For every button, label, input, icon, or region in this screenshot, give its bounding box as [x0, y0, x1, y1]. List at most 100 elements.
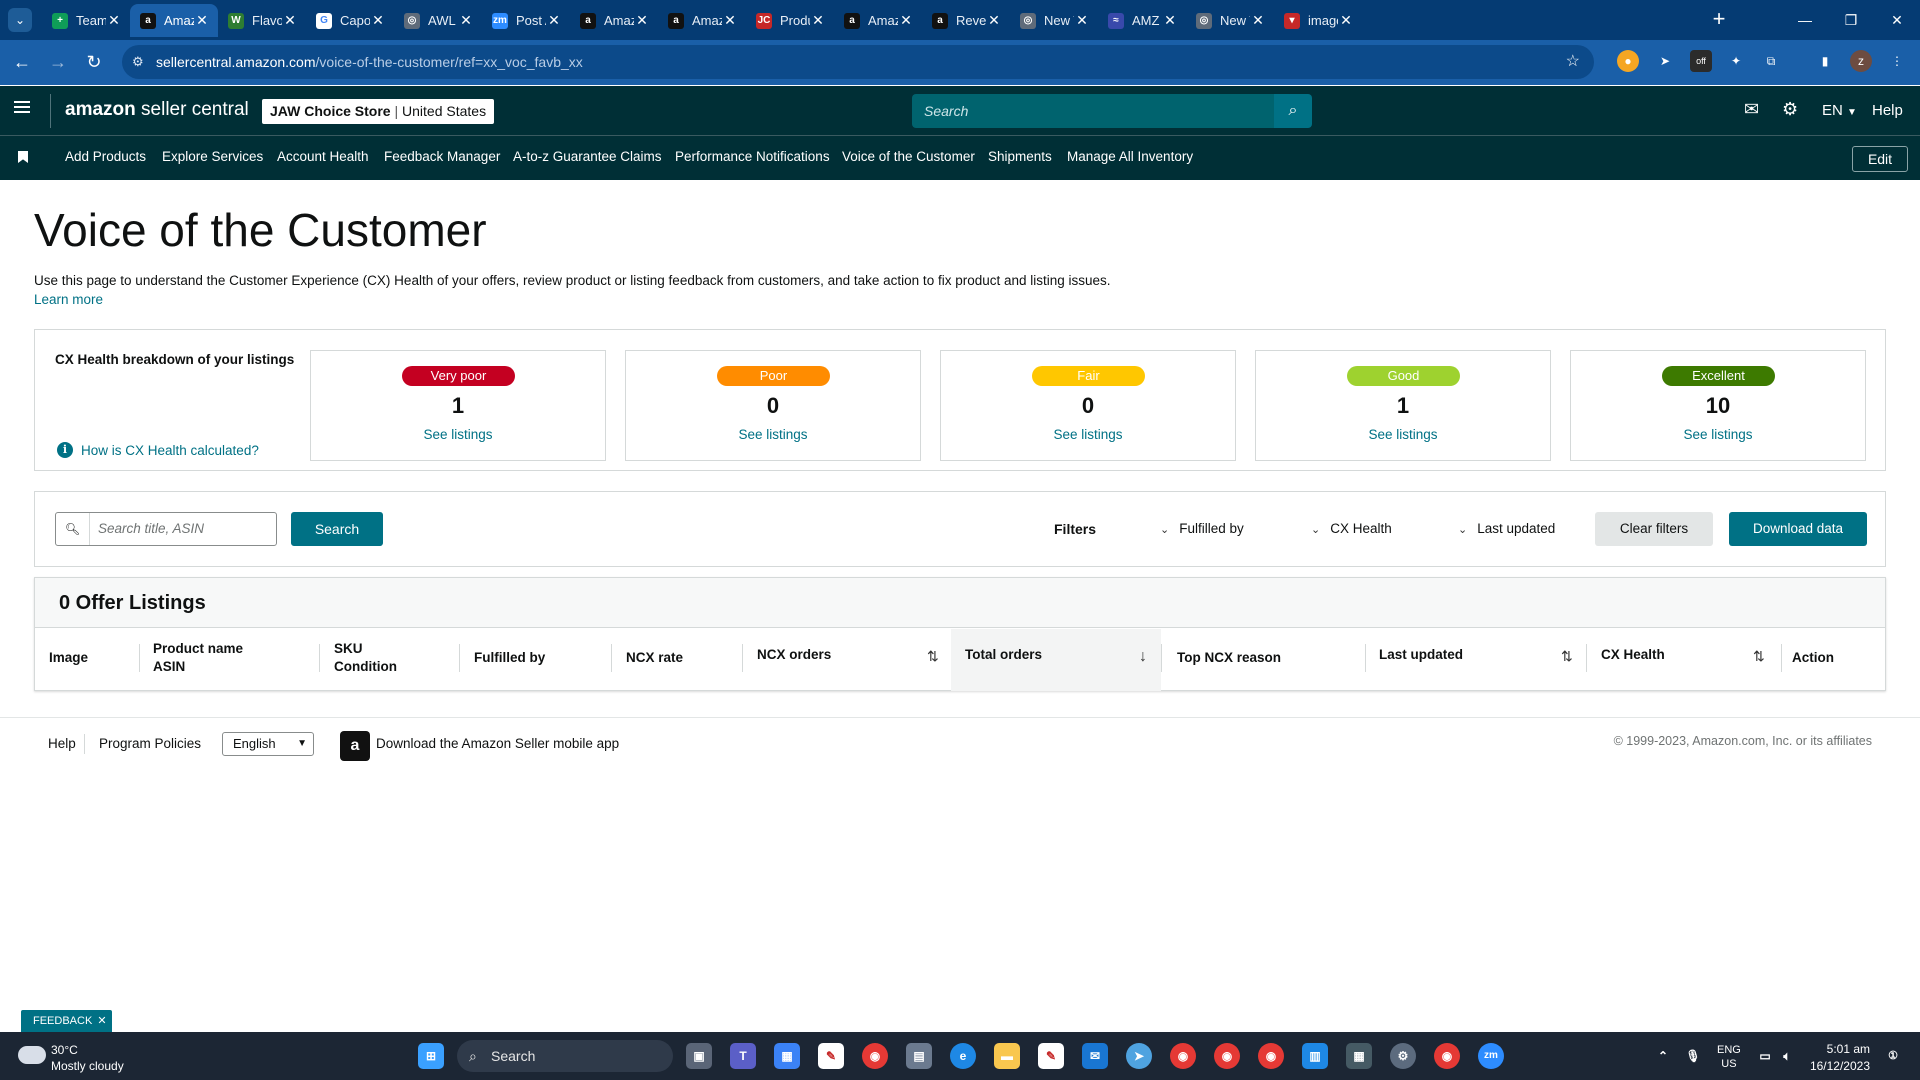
reload-icon[interactable]: ↻	[80, 48, 108, 76]
extensions-puzzle-icon[interactable]: ⧉	[1760, 50, 1782, 72]
address-bar[interactable]: ⚙ sellercentral.amazon.com/voice-of-the-…	[122, 45, 1594, 79]
clear-filters-button[interactable]: Clear filters	[1595, 512, 1713, 546]
chrome-icon[interactable]: ◉	[1434, 1043, 1460, 1069]
see-listings-excellent[interactable]: See listings	[1571, 427, 1865, 442]
side-panel-icon[interactable]: ▮	[1814, 50, 1836, 72]
col-cx-health[interactable]: CX Health	[1601, 646, 1665, 664]
app-icon[interactable]: ✎	[1038, 1043, 1064, 1069]
close-tab-icon[interactable]: ✕	[282, 12, 298, 29]
language-selector[interactable]: EN ▼	[1822, 102, 1857, 119]
see-listings-poor[interactable]: See listings	[626, 427, 920, 442]
edge-icon[interactable]: e	[950, 1043, 976, 1069]
nav-account-health[interactable]: Account Health	[277, 149, 369, 164]
col-last-updated[interactable]: Last updated	[1379, 646, 1463, 664]
app-icon[interactable]: ▤	[906, 1043, 932, 1069]
seller-central-logo[interactable]: amazon seller central	[65, 99, 249, 121]
file-explorer-icon[interactable]: ▬	[994, 1043, 1020, 1069]
close-tab-icon[interactable]: ✕	[370, 12, 386, 29]
footer-program-policies-link[interactable]: Program Policies	[99, 736, 201, 751]
mail-icon[interactable]: ✉	[1744, 99, 1759, 120]
close-tab-icon[interactable]: ✕	[1338, 12, 1354, 29]
edit-nav-button[interactable]: Edit	[1852, 146, 1908, 172]
back-icon[interactable]: ←	[8, 48, 36, 76]
restore-button[interactable]: ❐	[1828, 0, 1874, 40]
telegram-icon[interactable]: ➤	[1126, 1043, 1152, 1069]
settings-gear-icon[interactable]: ⚙	[1390, 1043, 1416, 1069]
browser-tab[interactable]: zm Post At✕	[482, 4, 570, 37]
notification-icon[interactable]: ①	[1880, 1043, 1906, 1069]
header-search-input[interactable]: Search	[912, 94, 1274, 128]
nav-voice-of-the-customer[interactable]: Voice of the Customer	[842, 149, 975, 164]
close-tab-icon[interactable]: ✕	[810, 12, 826, 29]
extension-off-icon[interactable]: off	[1690, 50, 1712, 72]
minimize-button[interactable]: —	[1782, 0, 1828, 40]
help-link[interactable]: Help	[1872, 102, 1903, 119]
profile-avatar[interactable]: z	[1850, 50, 1872, 72]
clock-date[interactable]: 16/12/2023	[1810, 1059, 1870, 1073]
nav-manage-all-inventory[interactable]: Manage All Inventory	[1067, 149, 1193, 164]
download-app-link[interactable]: Download the Amazon Seller mobile app	[376, 736, 619, 751]
browser-tab[interactable]: ≈ AMZ E✕	[1098, 4, 1186, 37]
nav-performance-notifications[interactable]: Performance Notifications	[675, 149, 830, 164]
close-tab-icon[interactable]: ✕	[898, 12, 914, 29]
sort-toggle-icon[interactable]: ⇅	[1753, 648, 1765, 665]
bookmark-icon[interactable]	[18, 151, 28, 163]
calculator-icon[interactable]: ▦	[1346, 1043, 1372, 1069]
sort-toggle-icon[interactable]: ⇅	[927, 648, 939, 665]
browser-tab[interactable]: a Amazon✕	[130, 4, 218, 37]
browser-tab[interactable]: JC Product✕	[746, 4, 834, 37]
store-icon[interactable]: ▦	[774, 1043, 800, 1069]
tab-search-button[interactable]: ⌄	[8, 8, 32, 32]
amazon-app-icon[interactable]: a	[340, 731, 370, 761]
bookmark-star-icon[interactable]: ☆	[1566, 45, 1580, 79]
hamburger-menu-icon[interactable]	[14, 101, 30, 113]
learn-more-link[interactable]: Learn more	[34, 292, 103, 307]
mail-icon[interactable]: ✉	[1082, 1043, 1108, 1069]
taskbar-search[interactable]: ⌕ Search	[457, 1040, 673, 1072]
chrome-icon[interactable]: ◉	[862, 1043, 888, 1069]
browser-tab[interactable]: a Amazon✕	[658, 4, 746, 37]
browser-tab[interactable]: a Amazon✕	[570, 4, 658, 37]
app-icon[interactable]: ✎	[818, 1043, 844, 1069]
sort-toggle-icon[interactable]: ⇅	[1561, 648, 1573, 665]
close-tab-icon[interactable]: ✕	[1162, 12, 1178, 29]
extension-sparkle-icon[interactable]: ✦	[1725, 50, 1747, 72]
browser-tab[interactable]: + Team E✕	[42, 4, 130, 37]
close-tab-icon[interactable]: ✕	[458, 12, 474, 29]
site-info-icon[interactable]: ⚙	[132, 45, 144, 79]
sort-descending-icon[interactable]: ↓	[1139, 648, 1147, 666]
close-tab-icon[interactable]: ✕	[986, 12, 1002, 29]
close-icon[interactable]: ✕	[97, 1015, 106, 1027]
see-listings-very-poor[interactable]: See listings	[311, 427, 605, 442]
new-tab-button[interactable]: +	[1705, 6, 1733, 34]
input-language-indicator[interactable]: ENG US	[1717, 1043, 1741, 1071]
volume-icon[interactable]: 🔈︎	[1774, 1043, 1800, 1069]
close-tab-icon[interactable]: ✕	[546, 12, 562, 29]
chevron-up-icon[interactable]: ⌃	[1650, 1043, 1676, 1069]
extension-arrow-icon[interactable]: ➤	[1654, 50, 1676, 72]
close-tab-icon[interactable]: ✕	[722, 12, 738, 29]
feedback-button[interactable]: FEEDBACK ✕	[21, 1010, 112, 1032]
teams-icon[interactable]: T	[730, 1043, 756, 1069]
browser-tab[interactable]: G Capora✕	[306, 4, 394, 37]
cx-health-how-link[interactable]: i How is CX Health calculated?	[57, 442, 259, 458]
nav-add-products[interactable]: Add Products	[65, 149, 146, 164]
footer-help-link[interactable]: Help	[48, 736, 76, 751]
chrome-icon[interactable]: ◉	[1170, 1043, 1196, 1069]
header-search-button[interactable]: ⌕	[1274, 94, 1312, 128]
chrome-icon[interactable]: ◉	[1214, 1043, 1240, 1069]
browser-tab[interactable]: W Flavore✕	[218, 4, 306, 37]
clock-time[interactable]: 5:01 am	[1827, 1042, 1870, 1056]
settings-gear-icon[interactable]: ⚙	[1782, 99, 1798, 120]
see-listings-good[interactable]: See listings	[1256, 427, 1550, 442]
last-updated-dropdown[interactable]: ⌄ Last updated	[1458, 521, 1555, 536]
fulfilled-by-dropdown[interactable]: ⌄ Fulfilled by	[1160, 521, 1244, 536]
store-selector[interactable]: JAW Choice Store | United States	[262, 99, 495, 124]
microphone-icon[interactable]: 🎙︎	[1680, 1043, 1706, 1069]
nav-a-to-z-claims[interactable]: A-to-z Guarantee Claims	[513, 149, 662, 164]
listing-search-button[interactable]: Search	[291, 512, 383, 546]
windows-start-icon[interactable]: ⊞	[418, 1043, 444, 1069]
extension-icon[interactable]: ●	[1617, 50, 1639, 72]
forward-icon[interactable]: →	[44, 48, 72, 76]
col-total-orders[interactable]: Total orders	[965, 646, 1042, 664]
